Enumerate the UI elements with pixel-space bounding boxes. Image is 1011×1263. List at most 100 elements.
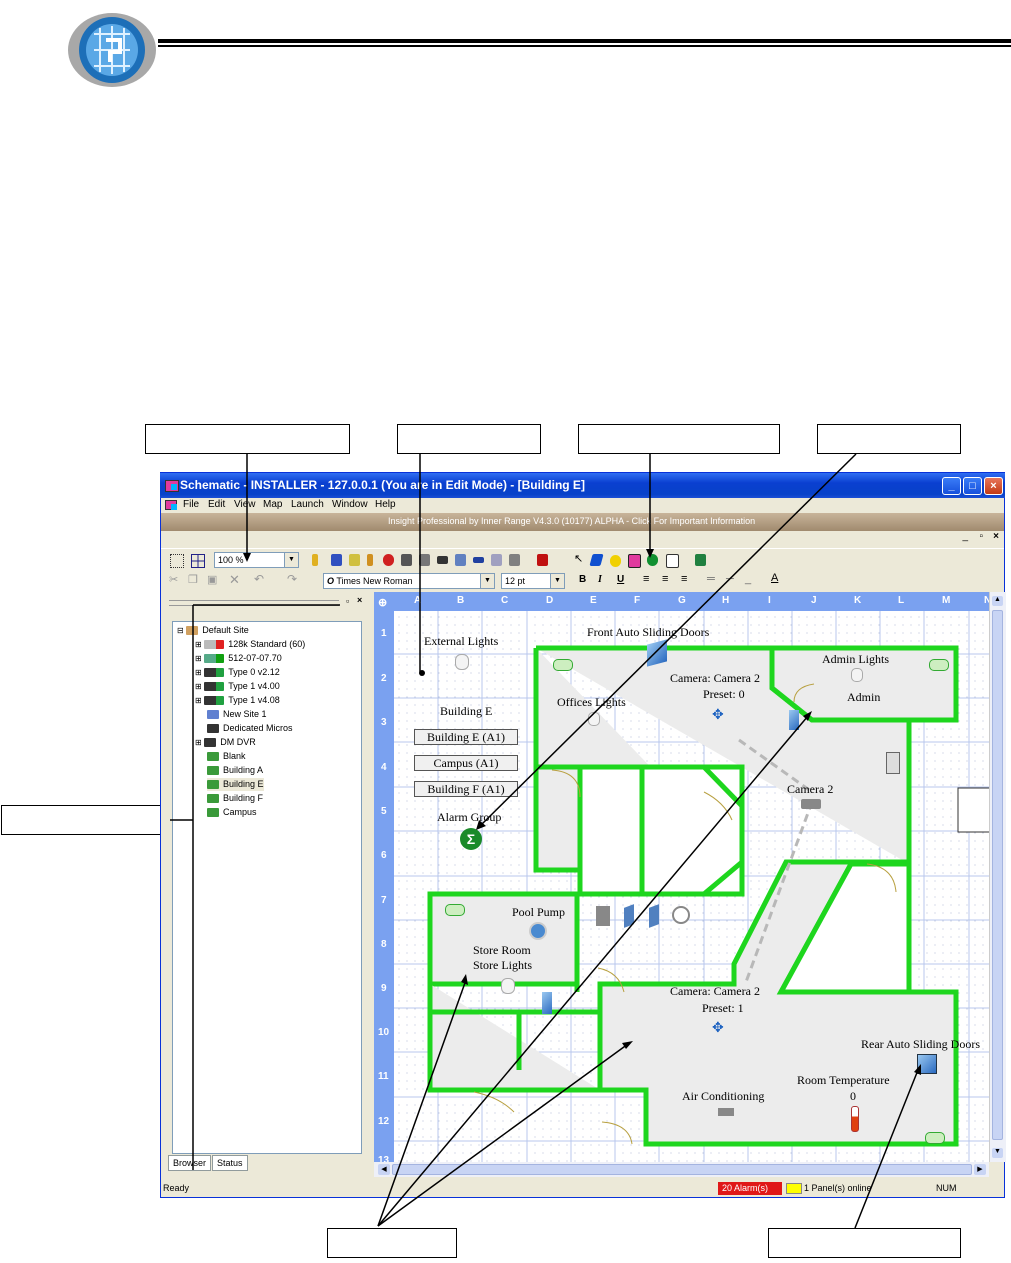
gift-icon[interactable] — [537, 554, 548, 566]
alarm-count-badge[interactable]: 20 Alarm(s) — [718, 1182, 782, 1195]
tree-item-type1-408[interactable]: ⊞ Type 1 v4.08 — [195, 694, 280, 707]
door-icon[interactable] — [789, 710, 799, 730]
align-right-icon[interactable]: ≡ — [681, 573, 687, 585]
align-left-icon[interactable]: ≡ — [643, 573, 649, 585]
info-bar-text[interactable]: Insight Professional by Inner Range V4.3… — [388, 516, 755, 526]
expand-icon[interactable]: ⊞ — [195, 696, 202, 705]
air-conditioning-label[interactable]: Air Conditioning — [682, 1089, 764, 1104]
bar-icon[interactable] — [473, 557, 484, 563]
camera2-label[interactable]: Camera 2 — [787, 782, 833, 797]
tab-status[interactable]: Status — [212, 1155, 248, 1171]
redo-icon[interactable]: ↷ — [287, 572, 297, 586]
collapse-icon[interactable]: ⊟ — [177, 626, 184, 635]
alarm-group-label[interactable]: Alarm Group — [437, 810, 501, 825]
person-icon[interactable] — [312, 554, 318, 566]
lift-icon[interactable] — [509, 554, 520, 566]
paste-icon[interactable]: ▣ — [207, 573, 217, 586]
light-bulb-icon[interactable] — [851, 668, 863, 682]
font-select[interactable]: O Times New Roman ▼ — [323, 573, 495, 589]
scrollbar-thumb[interactable] — [392, 1164, 972, 1175]
title-bar[interactable]: Schematic - INSTALLER - 127.0.0.1 (You a… — [160, 473, 1005, 498]
menu-help[interactable]: Help — [375, 499, 396, 510]
campus-map-button[interactable]: Campus (A1) — [414, 755, 518, 771]
pane-restore-icon[interactable]: ▫ — [346, 596, 349, 606]
minimize-button[interactable]: _ — [942, 477, 961, 495]
grid-icon[interactable] — [191, 554, 205, 568]
tree-item-type1-400[interactable]: ⊞ Type 1 v4.00 — [195, 680, 280, 693]
tree-item-dm-dvr[interactable]: ⊞ DM DVR — [195, 736, 256, 749]
horizontal-scrollbar[interactable]: ◀ ▶ — [374, 1162, 989, 1177]
reader-icon[interactable] — [401, 554, 412, 566]
external-lights-label[interactable]: External Lights — [424, 634, 498, 649]
sigma-icon[interactable]: Σ — [460, 828, 482, 850]
menu-file[interactable]: File — [183, 499, 199, 510]
pool-pump-label[interactable]: Pool Pump — [512, 905, 565, 920]
vertical-scrollbar[interactable]: ▲ ▼ — [989, 592, 1006, 1162]
mdi-restore-button[interactable]: ▫ — [979, 531, 983, 542]
maximize-button[interactable]: □ — [963, 477, 982, 495]
expand-icon[interactable]: ⊞ — [195, 668, 202, 677]
schematic-icon[interactable] — [628, 554, 641, 568]
module-icon[interactable] — [437, 556, 448, 564]
tree-item-512[interactable]: ⊞ 512-07-07.70 — [195, 652, 282, 665]
pane-grip[interactable] — [169, 600, 339, 606]
building-f-map-button[interactable]: Building F (A1) — [414, 781, 518, 797]
underline-button[interactable]: U — [617, 574, 624, 585]
delete-icon[interactable]: ✕ — [229, 572, 240, 588]
front-doors-label[interactable]: Front Auto Sliding Doors — [587, 625, 709, 640]
camera-icon[interactable] — [801, 799, 821, 809]
torch-icon[interactable] — [367, 554, 373, 566]
scroll-right-arrow-icon[interactable]: ▶ — [974, 1164, 986, 1175]
light-bulb-icon[interactable] — [588, 712, 600, 726]
zoom-select[interactable]: 100 % ▼ — [214, 552, 299, 568]
tree-item-new-site[interactable]: New Site 1 — [207, 708, 267, 721]
reader-pad-icon[interactable] — [445, 904, 465, 916]
keypad-icon[interactable] — [886, 752, 900, 774]
room-temperature-label[interactable]: Room Temperature — [797, 1073, 890, 1088]
tree-item-dedicated-micros[interactable]: Dedicated Micros — [207, 722, 293, 735]
tree-item-building-a[interactable]: Building A — [207, 764, 263, 777]
menu-map[interactable]: Map — [263, 499, 282, 510]
pen-icon[interactable] — [331, 554, 342, 566]
rear-doors-label[interactable]: Rear Auto Sliding Doors — [861, 1037, 980, 1052]
scrollbar-thumb[interactable] — [992, 610, 1003, 1140]
valign-bottom-icon[interactable]: _ — [745, 573, 751, 585]
close-button[interactable]: × — [984, 477, 1003, 495]
key-icon[interactable] — [349, 554, 360, 566]
expand-icon[interactable]: ⊞ — [195, 682, 202, 691]
scroll-up-arrow-icon[interactable]: ▲ — [992, 596, 1003, 606]
schematic-map[interactable]: A B C D E F G H I J K L M N ⊕ 1 2 3 4 5 … — [374, 592, 989, 1162]
cube-icon[interactable] — [589, 554, 604, 566]
document-icon[interactable] — [491, 554, 502, 566]
door-icon[interactable] — [542, 992, 552, 1014]
door-icon[interactable] — [624, 904, 634, 928]
align-center-icon[interactable]: ≡ — [662, 573, 668, 585]
tree-item-building-f[interactable]: Building F — [207, 792, 263, 805]
camera-ptz-label[interactable]: Camera: Camera 2 — [670, 984, 760, 999]
door-icon[interactable] — [649, 904, 659, 928]
thermometer-icon[interactable] — [851, 1106, 859, 1132]
snap-grid-icon[interactable] — [170, 554, 184, 568]
pointer-icon[interactable]: ↖ — [574, 554, 585, 566]
menu-edit[interactable]: Edit — [208, 499, 225, 510]
undo-icon[interactable]: ↶ — [254, 572, 264, 586]
pump-icon[interactable] — [529, 922, 547, 940]
sigma-icon[interactable] — [647, 554, 658, 566]
building-e-map-button[interactable]: Building E (A1) — [414, 729, 518, 745]
report-icon[interactable] — [666, 554, 679, 568]
light-icon[interactable] — [610, 555, 621, 567]
admin-lights-label[interactable]: Admin Lights — [822, 652, 889, 667]
ac-unit-icon[interactable] — [718, 1108, 734, 1116]
valign-middle-icon[interactable]: ─ — [726, 573, 734, 585]
menu-view[interactable]: View — [234, 499, 256, 510]
tree-item-default-site[interactable]: ⊟ Default Site — [177, 624, 249, 637]
printer-icon[interactable] — [455, 554, 466, 566]
camera-ptz-label[interactable]: Camera: Camera 2 — [670, 671, 760, 686]
bold-button[interactable]: B — [579, 574, 586, 585]
tree-item-building-e[interactable]: Building E — [207, 778, 264, 791]
tab-browser[interactable]: Browser — [168, 1155, 212, 1171]
copy-icon[interactable]: ❐ — [188, 573, 198, 586]
ptz-arrows-icon[interactable]: ✥ — [712, 1019, 724, 1036]
scroll-down-arrow-icon[interactable]: ▼ — [992, 1148, 1003, 1158]
font-size-select[interactable]: 12 pt ▼ — [501, 573, 565, 589]
